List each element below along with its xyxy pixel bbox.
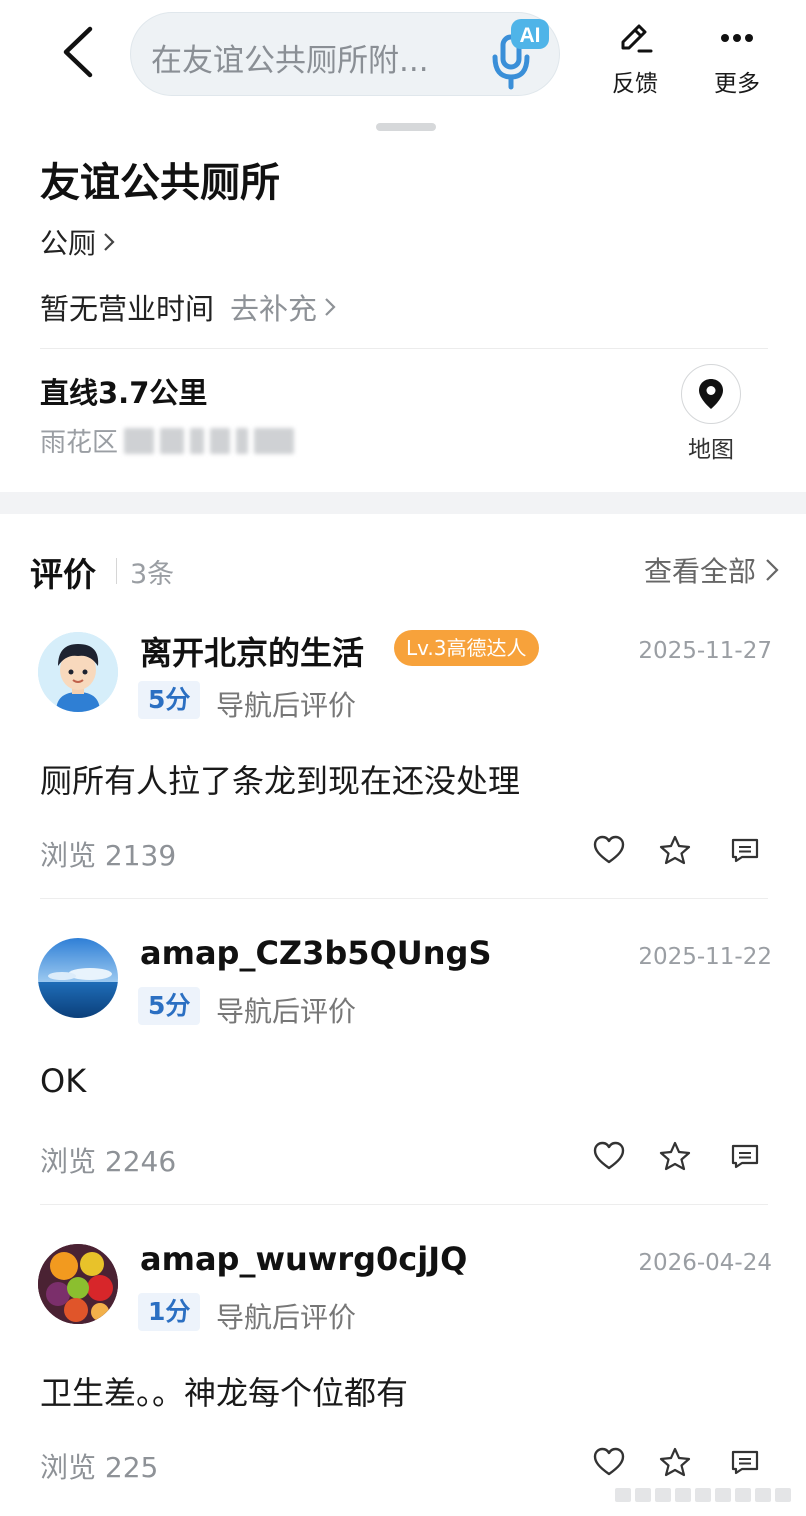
more-dots-icon bbox=[721, 34, 753, 42]
favorite-button[interactable] bbox=[657, 1138, 693, 1174]
add-hours-label: 去补充 bbox=[230, 292, 318, 326]
like-button[interactable] bbox=[591, 1444, 627, 1480]
back-button[interactable] bbox=[52, 22, 102, 82]
feedback-label: 反馈 bbox=[612, 71, 658, 97]
comment-icon bbox=[731, 838, 759, 863]
user-name[interactable]: 离开北京的生活 bbox=[140, 628, 364, 674]
reviews-title: 评价 bbox=[30, 555, 96, 594]
location-pin-icon bbox=[699, 379, 723, 409]
score-note: 导航后评价 bbox=[216, 1301, 357, 1334]
drag-handle[interactable] bbox=[376, 123, 436, 131]
category-label: 公厕 bbox=[40, 227, 97, 260]
review-date: 2025-11-22 bbox=[638, 944, 772, 970]
ocean-sky-avatar-image bbox=[38, 938, 118, 1018]
divider bbox=[40, 898, 768, 899]
view-count: 浏览 2246 bbox=[40, 1145, 177, 1178]
like-button[interactable] bbox=[591, 832, 627, 868]
section-separator bbox=[0, 492, 806, 514]
business-hours-row: 暂无营业时间 去补充 bbox=[40, 286, 337, 328]
comment-button[interactable] bbox=[727, 832, 763, 868]
comment-icon bbox=[731, 1144, 759, 1169]
poi-title: 友谊公共厕所 bbox=[40, 160, 280, 206]
review-content: OK bbox=[40, 1062, 87, 1100]
score-badge: 5分 bbox=[138, 987, 201, 1025]
divider bbox=[116, 558, 117, 584]
address-text: 雨花区 bbox=[40, 422, 295, 459]
score-note: 导航后评价 bbox=[216, 995, 357, 1028]
review-item: amap_CZ3b5QUngS 2025-11-22 5分 导航后评价 OK 浏… bbox=[0, 926, 806, 1216]
star-icon bbox=[659, 1141, 691, 1171]
reviews-header: 评价 3条 查看全部 bbox=[30, 548, 780, 594]
fruit-avatar-image bbox=[38, 1244, 118, 1324]
view-all-reviews-link[interactable]: 查看全部 bbox=[644, 550, 780, 590]
chevron-right-icon bbox=[325, 298, 336, 316]
microphone-icon: AI bbox=[492, 19, 549, 90]
review-content: 厕所有人拉了条龙到现在还没处理 bbox=[40, 762, 521, 800]
level-badge: Lv.3高德达人 bbox=[394, 630, 539, 666]
search-input[interactable]: 在友谊公共厕所附... bbox=[151, 35, 461, 80]
star-icon bbox=[659, 835, 691, 865]
comment-icon bbox=[731, 1450, 759, 1475]
heart-icon bbox=[593, 1141, 625, 1170]
more-label: 更多 bbox=[714, 71, 760, 97]
score-badge: 1分 bbox=[138, 1293, 201, 1331]
review-date: 2026-04-24 bbox=[638, 1250, 772, 1276]
score-note: 导航后评价 bbox=[216, 689, 357, 722]
heart-icon bbox=[593, 835, 625, 864]
edit-icon bbox=[621, 24, 653, 53]
user-name[interactable]: amap_wuwrg0cjJQ bbox=[140, 1240, 467, 1278]
map-button[interactable]: 地图 bbox=[681, 364, 741, 463]
avatar[interactable] bbox=[38, 632, 118, 712]
feedback-button[interactable]: 反馈 bbox=[600, 20, 670, 97]
favorite-button[interactable] bbox=[657, 1444, 693, 1480]
chevron-right-icon bbox=[104, 233, 115, 251]
poi-detail-page: 在友谊公共厕所附... AI 反馈 更多 友谊公共厕所 公厕 暂无营业时间 去补… bbox=[0, 0, 806, 1516]
address-redacted bbox=[124, 427, 295, 454]
review-item: 离开北京的生活 Lv.3高德达人 2025-11-27 5分 导航后评价 厕所有… bbox=[0, 620, 806, 910]
map-circle bbox=[681, 364, 741, 424]
search-bar[interactable]: 在友谊公共厕所附... AI bbox=[130, 12, 560, 96]
more-button[interactable]: 更多 bbox=[702, 20, 772, 97]
reviews-count: 3条 bbox=[130, 559, 175, 590]
ai-voice-button[interactable]: AI bbox=[485, 17, 555, 91]
poi-category-link[interactable]: 公厕 bbox=[40, 222, 116, 262]
comment-button[interactable] bbox=[727, 1138, 763, 1174]
chevron-left-icon bbox=[63, 26, 93, 78]
avatar[interactable] bbox=[38, 1244, 118, 1324]
user-name[interactable]: amap_CZ3b5QUngS bbox=[140, 934, 491, 972]
address-visible: 雨花区 bbox=[40, 428, 119, 458]
ai-badge-text: AI bbox=[520, 24, 541, 47]
comment-button[interactable] bbox=[727, 1444, 763, 1480]
view-count: 浏览 2139 bbox=[40, 839, 177, 872]
map-label: 地图 bbox=[688, 437, 734, 463]
review-date: 2025-11-27 bbox=[638, 638, 772, 664]
view-all-label: 查看全部 bbox=[643, 555, 756, 588]
watermark bbox=[615, 1488, 791, 1502]
divider bbox=[40, 1204, 768, 1205]
score-badge: 5分 bbox=[138, 681, 201, 719]
add-hours-link[interactable]: 去补充 bbox=[230, 286, 337, 328]
heart-icon bbox=[593, 1447, 625, 1476]
favorite-button[interactable] bbox=[657, 832, 693, 868]
review-content: 卫生差。。神龙每个位都有 bbox=[40, 1374, 409, 1412]
divider bbox=[40, 348, 768, 349]
avatar[interactable] bbox=[38, 938, 118, 1018]
chevron-right-icon bbox=[766, 559, 779, 581]
distance-text: 直线3.7公里 bbox=[40, 376, 208, 410]
hours-text: 暂无营业时间 bbox=[40, 292, 215, 326]
star-icon bbox=[659, 1447, 691, 1477]
view-count: 浏览 225 bbox=[40, 1451, 159, 1484]
cartoon-boy-avatar-image bbox=[38, 632, 118, 712]
like-button[interactable] bbox=[591, 1138, 627, 1174]
review-item: amap_wuwrg0cjJQ 2026-04-24 1分 导航后评价 卫生差。… bbox=[0, 1232, 806, 1516]
